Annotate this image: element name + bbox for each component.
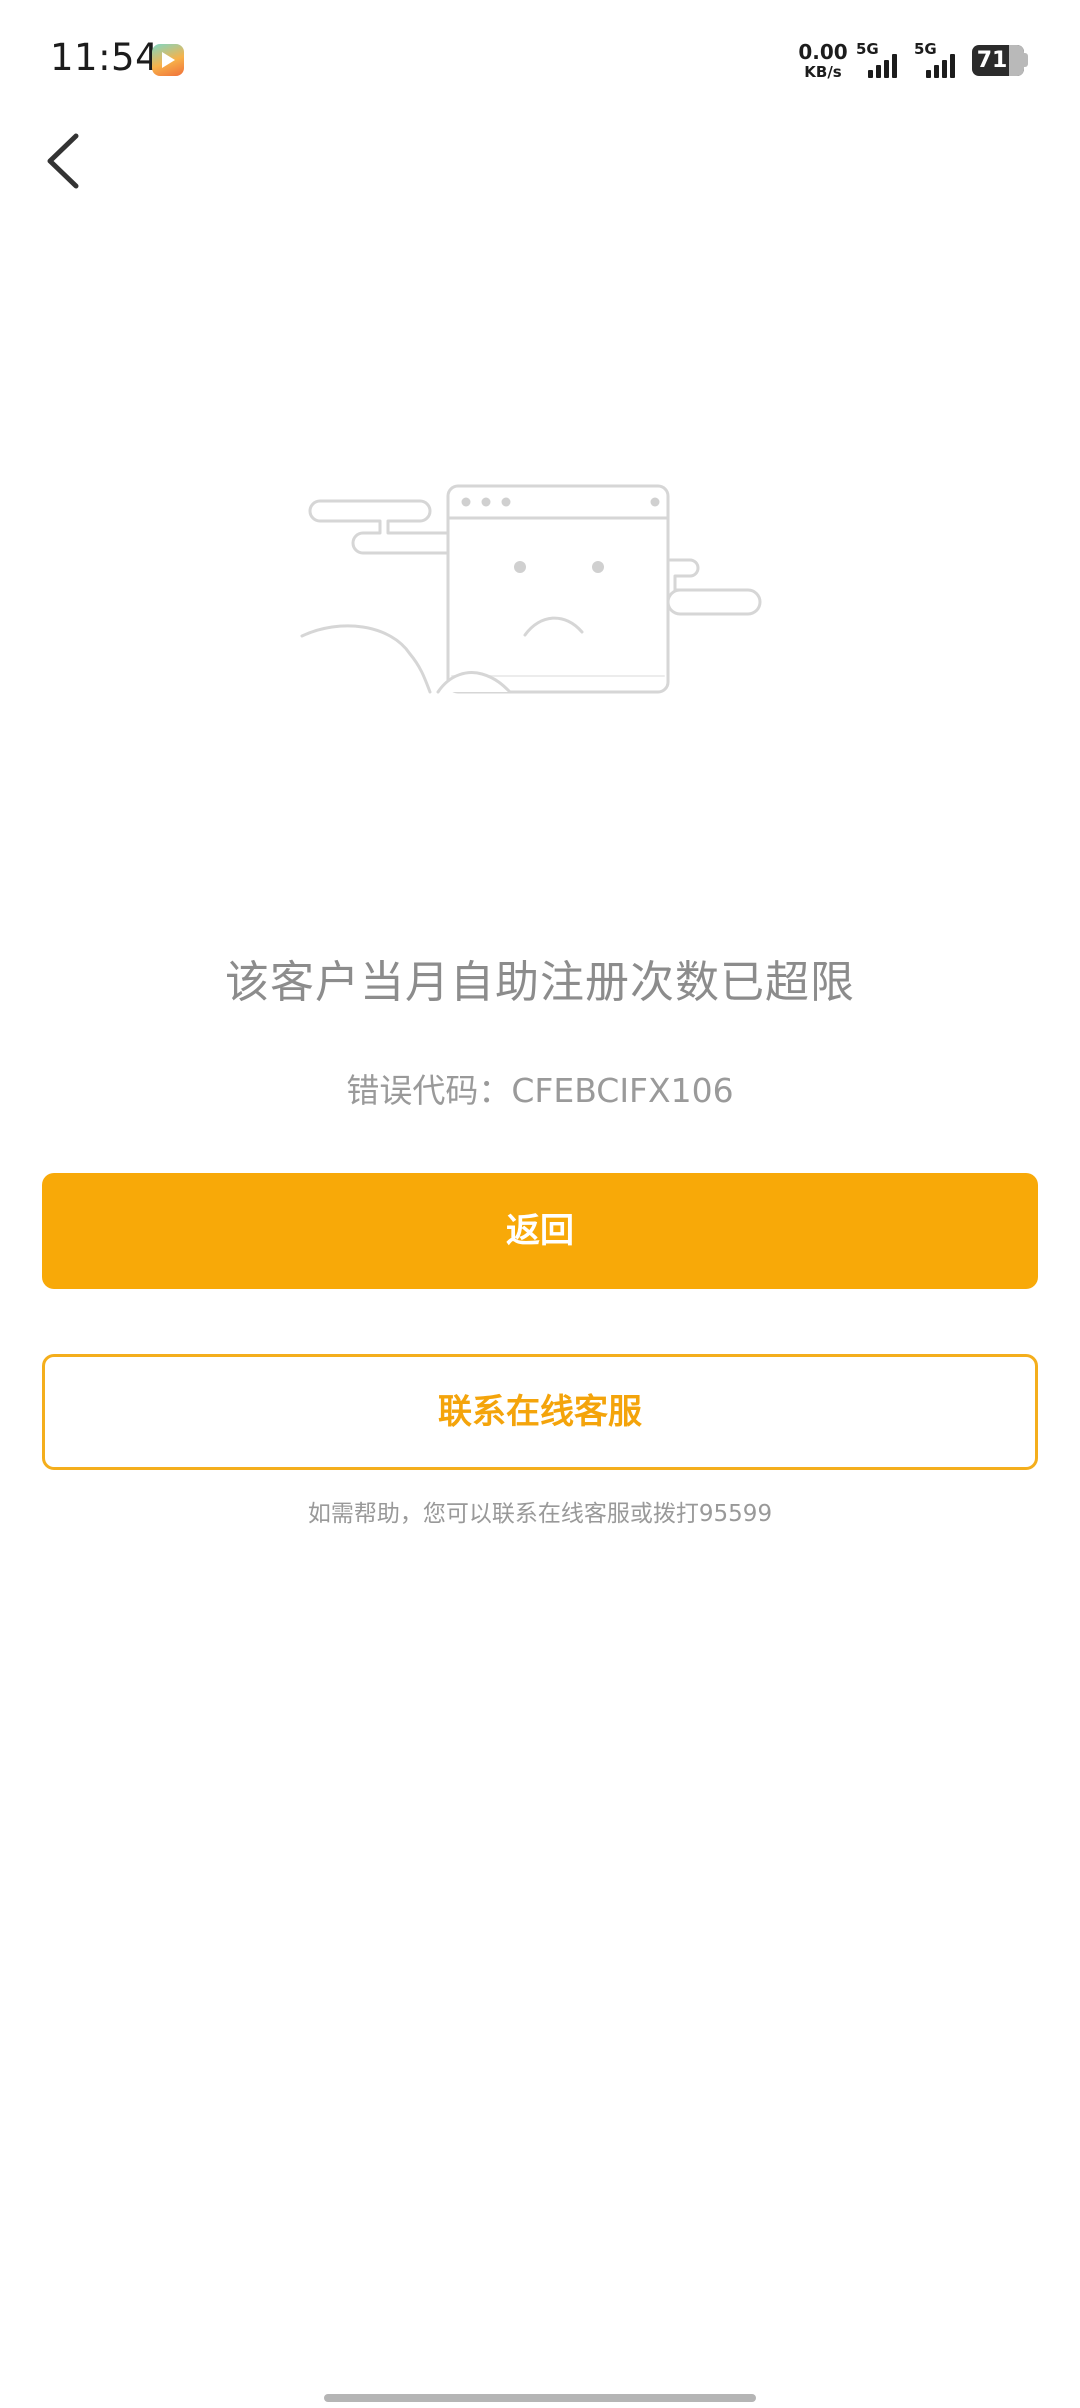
contact-online-service-button[interactable]: 联系在线客服	[42, 1354, 1038, 1470]
sad-browser-window-icon	[300, 478, 770, 708]
error-code: 错误代码：CFEBCIFX106	[346, 1071, 734, 1110]
network-speed-value: 0.00	[798, 40, 848, 64]
status-time: 11:54	[50, 36, 160, 79]
error-screen: 11:54 0.00 KB/s 5G 5G 71 该客户当月自助注册次数已超限 …	[0, 0, 1080, 2408]
battery-level: 71	[976, 48, 1008, 73]
signal-icon-sim1: 5G	[856, 40, 906, 80]
chevron-left-icon	[47, 133, 79, 189]
network-speed-unit: KB/s	[804, 63, 842, 81]
network-speed: 0.00 KB/s	[798, 42, 848, 80]
back-button[interactable]	[36, 124, 96, 194]
home-indicator[interactable]	[324, 2394, 756, 2402]
sim1-network-label: 5G	[856, 40, 879, 58]
return-button[interactable]: 返回	[42, 1173, 1038, 1289]
error-title: 该客户当月自助注册次数已超限	[225, 957, 855, 1008]
battery-tip	[1024, 53, 1028, 67]
sim2-network-label: 5G	[914, 40, 937, 58]
help-text: 如需帮助，您可以联系在线客服或拨打95599	[307, 1501, 773, 1527]
battery-icon: 71	[972, 45, 1024, 76]
signal-icon-sim2: 5G	[914, 40, 964, 80]
video-app-icon	[152, 44, 184, 76]
